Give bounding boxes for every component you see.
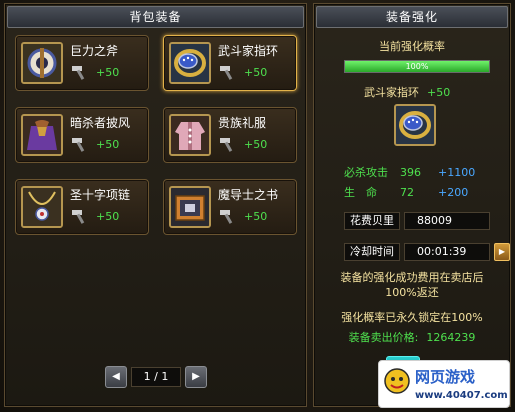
next-page-button[interactable]: ▶ xyxy=(185,366,207,388)
book-icon xyxy=(169,186,211,228)
stat-value: 396 xyxy=(400,166,421,179)
item-bonus: +50 xyxy=(96,66,120,79)
rate-label: 当前强化概率 xyxy=(379,40,445,53)
prev-page-button[interactable]: ◀ xyxy=(105,366,127,388)
stat-increase: +200 xyxy=(438,186,469,199)
backpack-panel: 背包装备 巨力之斧 +50 武斗家指环 +50 暗杀者披风 +50 贵族礼服 +… xyxy=(4,3,307,407)
item-bonus: +50 xyxy=(244,66,268,79)
item-name: 暗杀者披风 xyxy=(70,116,131,130)
hammer-icon xyxy=(220,138,233,152)
watermark-url: www.40407.com xyxy=(415,390,508,401)
item-bonus: +50 xyxy=(96,210,120,223)
enhance-panel: 装备强化 当前强化概率 100% 武斗家指环 +50 必杀攻击 396 +1100 生… xyxy=(313,3,515,407)
axe-icon xyxy=(21,42,63,84)
refund-note-line2: 100%返还 xyxy=(385,286,439,299)
hammer-icon xyxy=(72,210,85,224)
enhance-panel-title: 装备强化 xyxy=(316,6,508,28)
page-indicator: 1 / 1 xyxy=(131,367,181,387)
speedup-button[interactable]: ▶ xyxy=(494,243,510,261)
hammer-icon xyxy=(220,66,233,80)
stat-increase: +1100 xyxy=(438,166,476,179)
item-bonus: +50 xyxy=(96,138,120,151)
sell-price-row: 装备卖出价格: 1264239 xyxy=(314,329,510,345)
item-card-cloak[interactable]: 暗杀者披风 +50 xyxy=(15,107,149,163)
hammer-icon xyxy=(72,138,85,152)
item-card-ring[interactable]: 武斗家指环 +50 xyxy=(163,35,297,91)
cost-label: 花费贝里 xyxy=(344,212,400,230)
locked-rate-note: 强化概率已永久锁定在100% xyxy=(341,311,483,324)
item-name: 魔导士之书 xyxy=(218,188,279,202)
backpack-panel-title: 背包装备 xyxy=(7,6,304,28)
item-card-robe[interactable]: 贵族礼服 +50 xyxy=(163,107,297,163)
stat-value: 72 xyxy=(400,186,414,199)
item-name: 武斗家指环 xyxy=(218,44,279,58)
stat-row-crit: 必杀攻击 396 +1100 xyxy=(344,164,475,180)
sell-price-label: 装备卖出价格: xyxy=(348,331,419,344)
cooldown-value: 00:01:39 xyxy=(404,243,490,261)
ring-icon xyxy=(394,104,436,146)
item-card-necklace[interactable]: 圣十字项链 +50 xyxy=(15,179,149,235)
item-name: 圣十字项链 xyxy=(70,188,131,202)
item-card-book[interactable]: 魔导士之书 +50 xyxy=(163,179,297,235)
site-watermark: 网页游戏 www.40407.com xyxy=(378,360,510,408)
refund-note-line1: 装备的强化成功费用在卖店后 xyxy=(340,271,484,284)
cooldown-label: 冷却时间 xyxy=(344,243,400,261)
target-bonus: +50 xyxy=(427,86,451,99)
stat-row-hp: 生 命 72 +200 xyxy=(344,184,468,200)
rate-progress-bar: 100% xyxy=(344,60,490,73)
item-card-axe[interactable]: 巨力之斧 +50 xyxy=(15,35,149,91)
pager: ◀ 1 / 1 ▶ xyxy=(105,366,207,388)
necklace-icon xyxy=(21,186,63,228)
stat-label: 生 命 xyxy=(344,186,377,199)
hammer-icon xyxy=(220,210,233,224)
ring-icon xyxy=(169,42,211,84)
watermark-text: 网页游戏 xyxy=(415,368,476,386)
cost-value: 88009 xyxy=(404,212,490,230)
cloak-icon xyxy=(21,114,63,156)
item-bonus: +50 xyxy=(244,138,268,151)
target-name: 武斗家指环 xyxy=(364,86,419,99)
sell-price-value: 1264239 xyxy=(426,331,476,344)
mascot-logo-icon xyxy=(384,368,410,394)
robe-icon xyxy=(169,114,211,156)
target-title: 武斗家指环 +50 xyxy=(364,84,450,100)
item-bonus: +50 xyxy=(244,210,268,223)
item-name: 贵族礼服 xyxy=(218,116,267,130)
hammer-icon xyxy=(72,66,85,80)
stat-label: 必杀攻击 xyxy=(344,166,388,179)
item-name: 巨力之斧 xyxy=(70,44,119,58)
rate-progress-text: 100% xyxy=(405,62,429,71)
